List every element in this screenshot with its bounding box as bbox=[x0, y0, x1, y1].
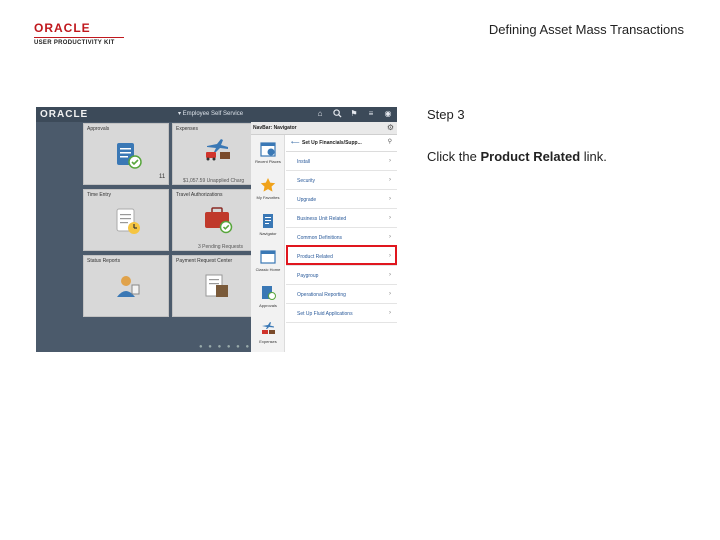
nav-item-label: Upgrade bbox=[297, 197, 317, 203]
chevron-right-icon: › bbox=[389, 177, 391, 183]
tile-label: Payment Request Center bbox=[176, 258, 233, 264]
app-screenshot: ORACLE ▾ Employee Self Service ⌂ ⚑ ≡ ◉ A… bbox=[36, 107, 397, 352]
favorites-icon[interactable]: ⚲ bbox=[388, 138, 392, 145]
navigator-breadcrumb: ⟵ Set Up Financials/Supp... ⚲ bbox=[286, 135, 397, 152]
nav-item-security[interactable]: Security › bbox=[286, 171, 397, 190]
homepage-selector[interactable]: ▾ Employee Self Service bbox=[178, 110, 243, 117]
navigator-list: ⟵ Set Up Financials/Supp... ⚲ Install › S… bbox=[286, 135, 397, 352]
navbar-panel: NavBar: Navigator ⚙ Recent Places My Fav… bbox=[251, 122, 397, 352]
step-label: Step 3 bbox=[427, 107, 465, 122]
expenses-icon bbox=[262, 322, 275, 334]
chevron-right-icon: › bbox=[389, 291, 391, 297]
nav-item-label: Set Up Fluid Applications bbox=[297, 311, 353, 317]
navbar-side-menu: Recent Places My Favorites Navigator Cla… bbox=[251, 135, 285, 352]
side-item-label: Classic Home bbox=[255, 267, 281, 272]
nav-item-label: Business Unit Related bbox=[297, 216, 347, 222]
nav-item-label: Common Definitions bbox=[297, 235, 343, 241]
logo-product: USER PRODUCTIVITY KIT bbox=[34, 37, 124, 46]
briefcase-icon bbox=[205, 207, 233, 234]
chevron-right-icon: › bbox=[389, 158, 391, 164]
instruction-suffix: link. bbox=[580, 149, 607, 164]
expenses-unapplied: $1,057.59 Unapplied Charg bbox=[183, 178, 245, 184]
search-icon[interactable] bbox=[332, 109, 342, 119]
side-item-label: Expenses bbox=[259, 339, 277, 344]
chevron-right-icon: › bbox=[389, 272, 391, 278]
timesheet-icon bbox=[116, 208, 140, 234]
menu-icon[interactable]: ≡ bbox=[366, 109, 376, 119]
highlight-product-related bbox=[286, 245, 397, 265]
tile-approvals[interactable]: Approvals bbox=[83, 123, 169, 185]
gear-icon[interactable]: ⚙ bbox=[387, 123, 394, 132]
window-icon bbox=[260, 250, 276, 264]
nav-item-label: Operational Reporting bbox=[297, 292, 346, 298]
chevron-right-icon: › bbox=[389, 234, 391, 240]
step-instruction: Click the Product Related link. bbox=[427, 149, 607, 164]
chevron-right-icon: › bbox=[389, 196, 391, 202]
tile-label: Travel Authorizations bbox=[176, 192, 223, 198]
nav-item-upgrade[interactable]: Upgrade › bbox=[286, 190, 397, 209]
nav-item-set-up-fluid-applications[interactable]: Set Up Fluid Applications › bbox=[286, 304, 397, 323]
star-icon bbox=[260, 178, 276, 192]
nav-item-operational-reporting[interactable]: Operational Reporting › bbox=[286, 285, 397, 304]
travel-pending-requests: 3 Pending Requests bbox=[198, 244, 244, 250]
instruction-link-name: Product Related bbox=[480, 149, 581, 164]
nav-item-install[interactable]: Install › bbox=[286, 152, 397, 171]
flag-icon[interactable]: ⚑ bbox=[349, 109, 359, 119]
document-title: Defining Asset Mass Transactions bbox=[488, 22, 684, 37]
chevron-right-icon: › bbox=[389, 310, 391, 316]
side-item-label: Navigator bbox=[259, 231, 277, 236]
payment-icon bbox=[205, 274, 228, 297]
travel-icon bbox=[206, 139, 230, 161]
nav-item-label: Paygroup bbox=[297, 273, 319, 279]
nav-item-paygroup[interactable]: Paygroup › bbox=[286, 266, 397, 285]
nav-item-business-unit-related[interactable]: Business Unit Related › bbox=[286, 209, 397, 228]
tile-time-entry[interactable]: Time Entry bbox=[83, 189, 169, 251]
tile-status-reports[interactable]: Status Reports bbox=[83, 255, 169, 317]
document-icon bbox=[263, 214, 273, 228]
person-report-icon bbox=[117, 276, 140, 297]
tile-label: Expenses bbox=[176, 126, 198, 132]
side-item-label: Recent Places bbox=[255, 159, 281, 164]
clipboard-check-icon bbox=[117, 143, 142, 169]
side-item-label: My Favorites bbox=[256, 195, 280, 200]
home-icon[interactable]: ⌂ bbox=[315, 109, 325, 119]
page-dots[interactable]: ● ● ● ● ● ● bbox=[199, 344, 251, 350]
chevron-right-icon: › bbox=[389, 215, 391, 221]
breadcrumb-title: Set Up Financials/Supp... bbox=[302, 140, 362, 146]
app-logo: ORACLE bbox=[40, 109, 89, 120]
tile-payment-request-center[interactable]: Payment Request Center bbox=[172, 255, 258, 317]
tile-expenses[interactable]: Expenses 11 $1,057.59 Unapplied Charg bbox=[159, 123, 258, 185]
calendar-icon bbox=[260, 142, 276, 157]
tile-label: Status Reports bbox=[87, 258, 121, 264]
tile-label: Time Entry bbox=[87, 192, 111, 198]
nav-item-label: Security bbox=[297, 178, 316, 184]
navbar-header: NavBar: Navigator ⚙ bbox=[251, 122, 397, 135]
logo-brand: ORACLE bbox=[34, 21, 91, 35]
back-arrow-icon[interactable]: ⟵ bbox=[291, 139, 300, 146]
compass-icon[interactable]: ◉ bbox=[383, 109, 393, 119]
approvals-icon bbox=[262, 286, 276, 300]
tile-travel-authorizations[interactable]: Travel Authorizations 3 Pending Requests bbox=[172, 189, 258, 251]
navbar-title: NavBar: Navigator bbox=[253, 125, 297, 131]
tile-label: Approvals bbox=[87, 126, 110, 132]
app-header-bar: ORACLE ▾ Employee Self Service ⌂ ⚑ ≡ ◉ bbox=[36, 107, 397, 122]
instruction-prefix: Click the bbox=[427, 149, 481, 164]
expenses-count: 11 bbox=[159, 174, 166, 180]
oracle-upk-logo: ORACLE USER PRODUCTIVITY KIT bbox=[34, 22, 130, 48]
header-actions: ⌂ ⚑ ≡ ◉ bbox=[315, 109, 393, 119]
side-item-label: Approvals bbox=[259, 303, 277, 308]
side-item-expenses[interactable]: Expenses bbox=[251, 315, 285, 352]
nav-item-label: Install bbox=[297, 159, 311, 165]
